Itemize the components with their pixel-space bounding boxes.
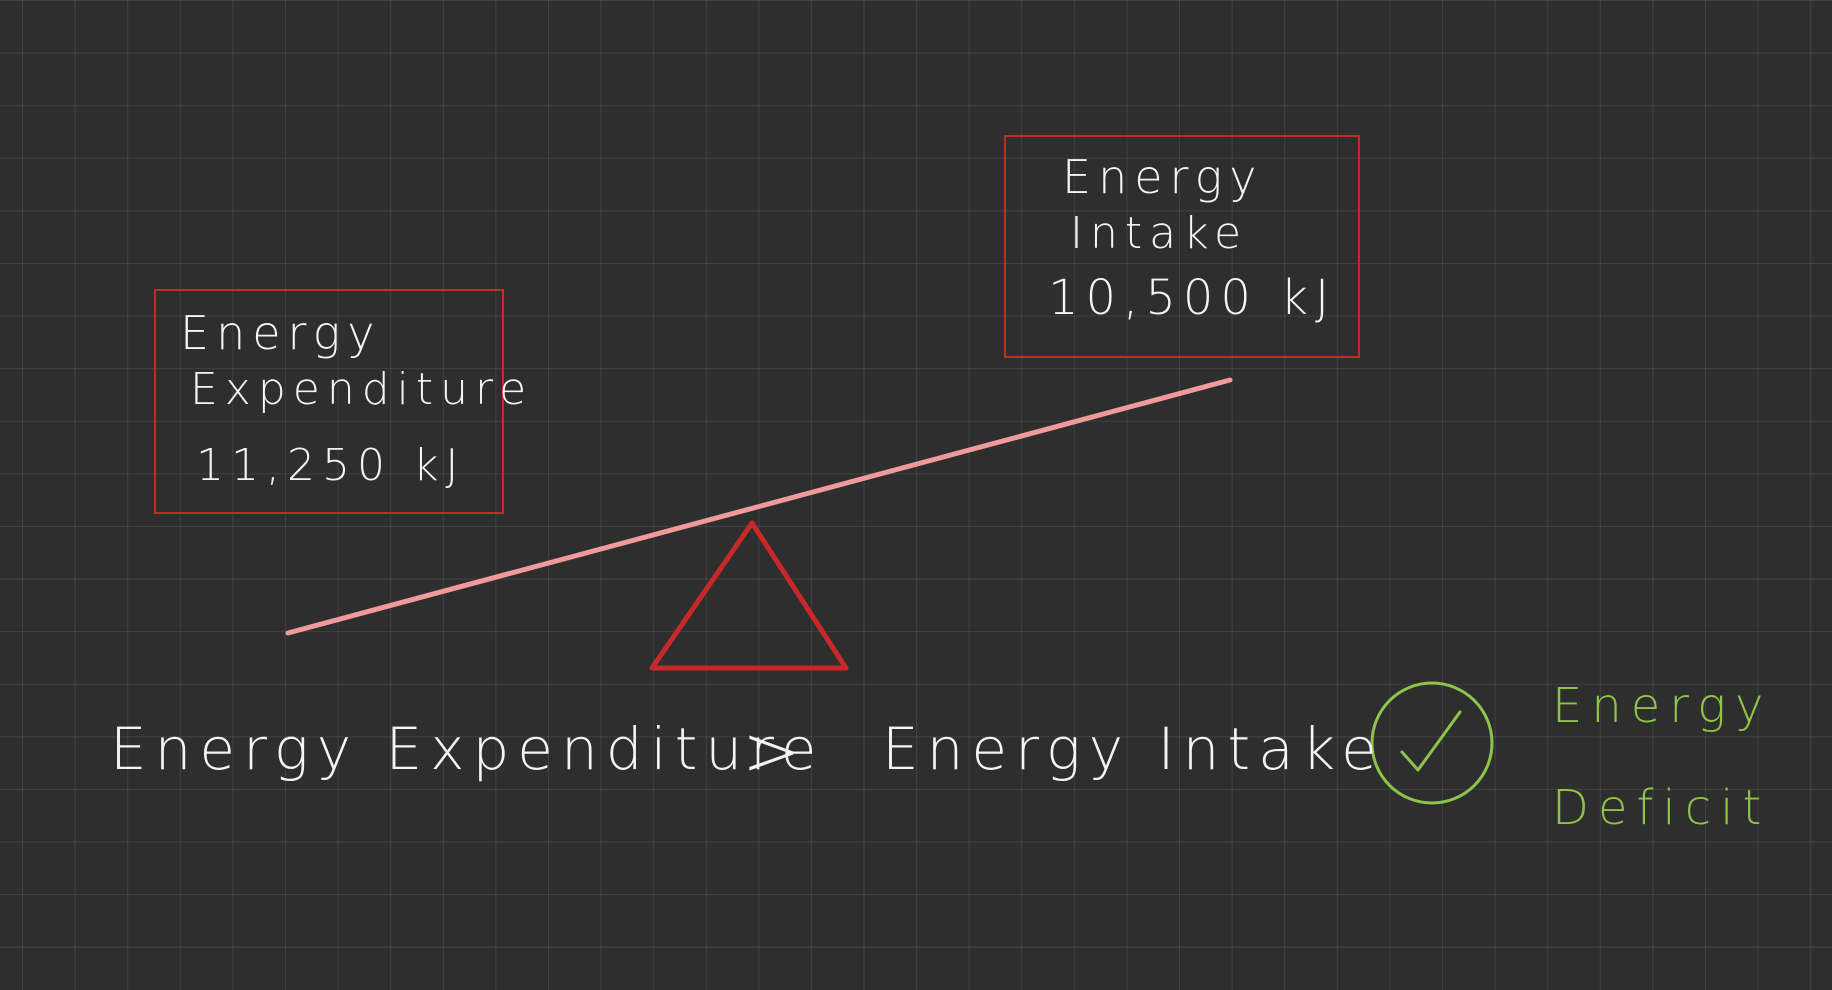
comparison-right: Energy Intake [882, 715, 1385, 783]
fulcrum-triangle [649, 520, 849, 671]
checkmark-circle-icon [1370, 681, 1494, 805]
seesaw-drawing [285, 377, 1494, 805]
seesaw-beam [285, 377, 1233, 636]
comparison-symbol: > [742, 710, 808, 792]
result-line2: Deficit [1552, 780, 1771, 836]
comparison-left: Energy Expenditure [110, 715, 825, 783]
result-line1: Energy [1552, 678, 1773, 734]
